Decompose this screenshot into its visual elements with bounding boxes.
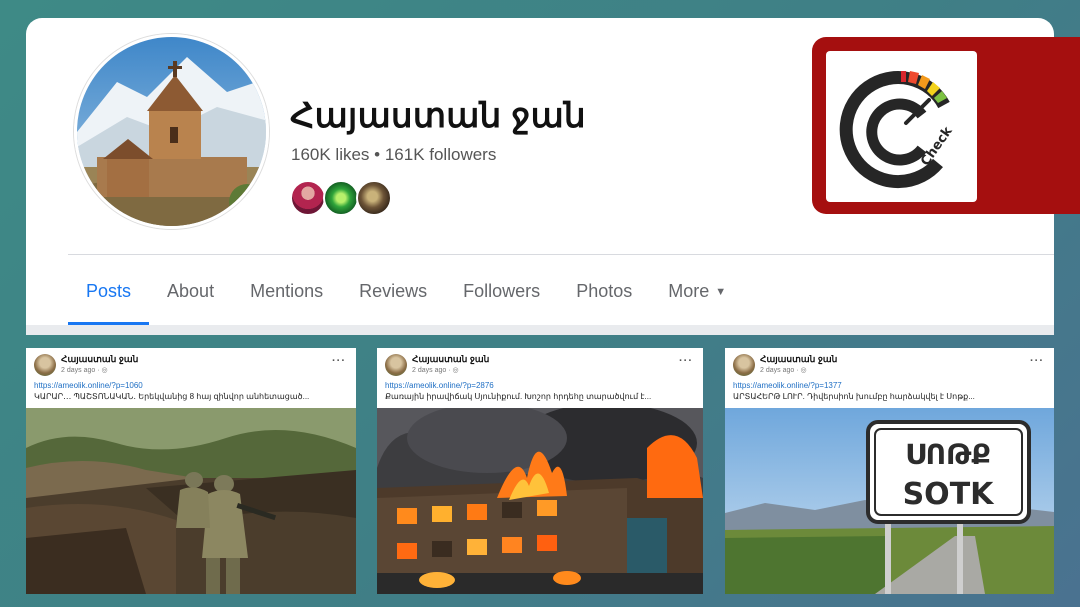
post-image-fire[interactable]: [377, 408, 703, 594]
more-options-icon[interactable]: ···: [1030, 355, 1044, 367]
more-options-icon[interactable]: ···: [679, 355, 693, 367]
tab-mentions[interactable]: Mentions: [232, 255, 341, 325]
post-author[interactable]: Հայաստան ջան: [412, 354, 489, 365]
sign-armenian-text: ՍՈԹՔ: [905, 438, 991, 471]
post-text: ԱՐՏԱՀԵՐԹ ԼՈՒՐ. Դիվերսիոն խումբը հարձակվե…: [733, 392, 975, 401]
sign-latin-text: SOTK: [903, 477, 996, 512]
ccheck-logo: Check: [826, 51, 977, 202]
post-image-soldiers[interactable]: [26, 408, 356, 594]
friend-avatar[interactable]: [323, 180, 359, 216]
ccheck-logo-icon: Check: [839, 71, 956, 189]
monastery-photo: [77, 37, 266, 226]
post-timestamp[interactable]: 2 days ago · ◎: [760, 366, 807, 374]
ccheck-logo-badge: Check: [812, 37, 1080, 214]
tab-about[interactable]: About: [149, 255, 232, 325]
page-likes-followers[interactable]: 160K likes • 161K followers: [291, 145, 496, 165]
tab-followers[interactable]: Followers: [445, 255, 558, 325]
post-text: ԿԱՐԱՐ․․․ ՊԱՇՏՈՆԱԿԱՆ․ Երեկվանից 8 հայ զին…: [34, 392, 310, 401]
post-image-road-sign[interactable]: ՍՈԹՔ SOTK: [725, 408, 1054, 594]
post-timestamp[interactable]: 2 days ago · ◎: [412, 366, 459, 374]
post-author[interactable]: Հայաստան ջան: [760, 354, 837, 365]
more-options-icon[interactable]: ···: [332, 355, 346, 367]
post-link[interactable]: https://ameolik.online/?p=1060: [34, 381, 143, 390]
tab-photos[interactable]: Photos: [558, 255, 650, 325]
page-profile-picture[interactable]: [74, 34, 269, 229]
caret-down-icon: ▼: [715, 286, 727, 298]
friend-avatar-stack[interactable]: [290, 180, 392, 216]
post-author-avatar[interactable]: [34, 354, 56, 376]
post-card[interactable]: Հայաստան ջան 2 days ago · ◎ ··· https://…: [725, 348, 1054, 594]
post-author[interactable]: Հայաստան ջան: [61, 354, 138, 365]
post-link[interactable]: https://ameolik.online/?p=1377: [733, 381, 842, 390]
post-card[interactable]: Հայաստան ջան 2 days ago · ◎ ··· https://…: [377, 348, 703, 594]
post-text: Քառային իրավիճակ Սյունիքում. Խոշոր հրդեհ…: [385, 392, 652, 401]
post-author-avatar[interactable]: [733, 354, 755, 376]
tab-more[interactable]: More ▼: [650, 255, 744, 325]
post-card[interactable]: Հայաստան ջան 2 days ago · ◎ ··· https://…: [26, 348, 356, 594]
header-card-footer: [26, 325, 1054, 335]
tab-posts[interactable]: Posts: [68, 255, 150, 325]
post-link[interactable]: https://ameolik.online/?p=2876: [385, 381, 494, 390]
post-timestamp[interactable]: 2 days ago · ◎: [61, 366, 108, 374]
friend-avatar[interactable]: [356, 180, 392, 216]
friend-avatar[interactable]: [290, 180, 326, 216]
tab-reviews[interactable]: Reviews: [341, 255, 445, 325]
page-title: Հայաստան ջան: [290, 97, 586, 135]
ccheck-logo-text: Check: [918, 124, 956, 169]
post-author-avatar[interactable]: [385, 354, 407, 376]
page-tabs: Posts About Mentions Reviews Followers P…: [68, 255, 744, 325]
